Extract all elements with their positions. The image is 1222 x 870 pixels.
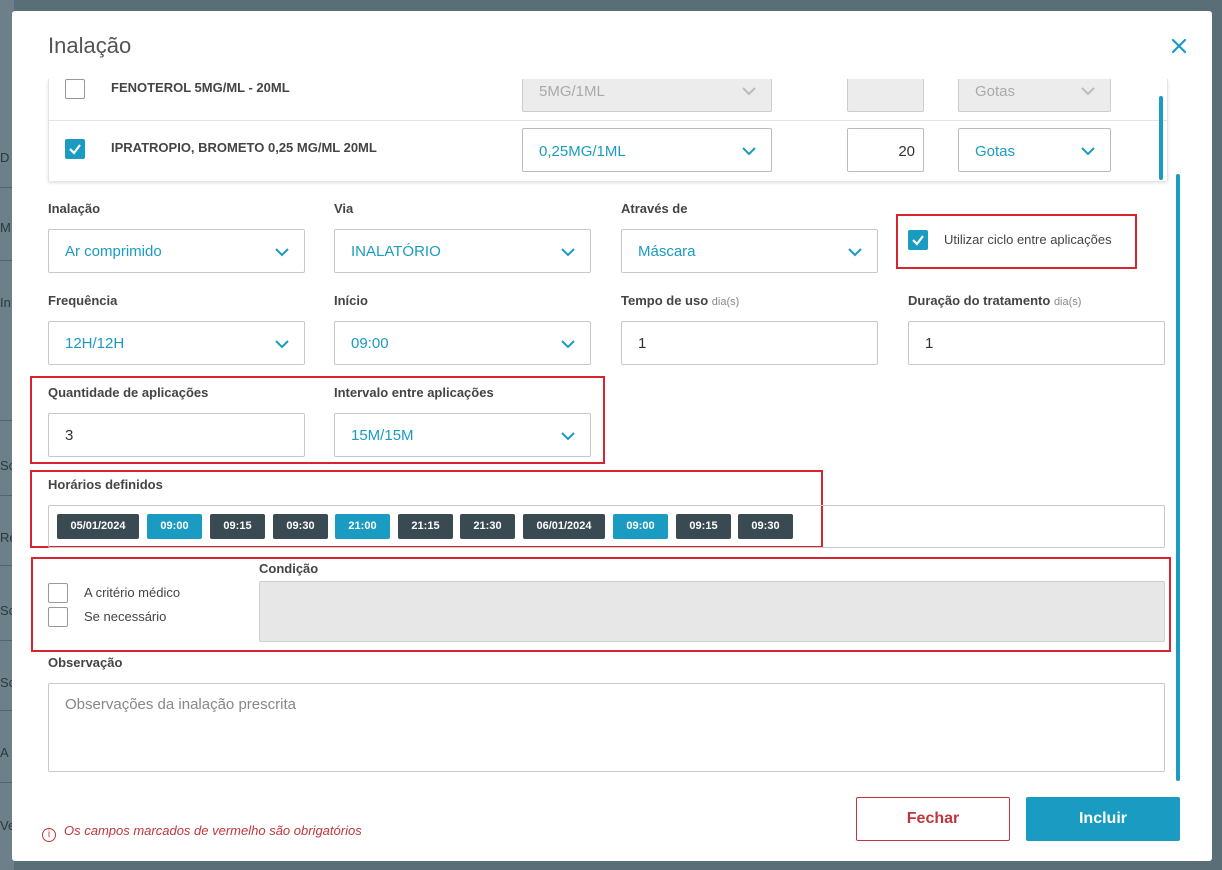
chevron-down-icon	[1081, 87, 1095, 96]
tempo-uso-label: Tempo de uso dia(s)	[621, 293, 739, 308]
inicio-label: Início	[334, 293, 368, 308]
atraves-select[interactable]: Máscara	[621, 229, 878, 273]
include-button[interactable]: Incluir	[1026, 797, 1180, 841]
observacao-label: Observação	[48, 655, 123, 670]
atraves-value: Máscara	[638, 243, 696, 260]
bg-letter: D	[0, 150, 10, 165]
necessario-label: Se necessário	[84, 609, 167, 624]
schedule-time-chip: 09:00	[147, 514, 202, 539]
inalacao-label: Inalação	[48, 201, 101, 216]
criterio-checkbox[interactable]	[48, 583, 68, 603]
quantidade-label: Quantidade de aplicações	[48, 385, 209, 400]
inalacao-select[interactable]: Ar comprimido	[48, 229, 305, 273]
schedule-times: 05/01/2024 09:00 09:15 09:30 21:00 21:15…	[48, 505, 1165, 548]
required-note: i Os campos marcados de vermelho são obri…	[42, 823, 362, 842]
via-select[interactable]: INALATÓRIO	[334, 229, 591, 273]
criterio-label: A critério médico	[84, 585, 181, 600]
chevron-down-icon	[275, 340, 289, 349]
required-note-text: Os campos marcados de vermelho são obrig…	[64, 823, 362, 838]
bg-letter: A	[0, 745, 9, 760]
dose-select: 5MG/1ML	[522, 79, 772, 112]
dose-value: 0,25MG/1ML	[539, 143, 626, 160]
modal-scrollbar[interactable]	[1176, 174, 1180, 781]
chevron-down-icon	[742, 147, 756, 156]
intervalo-value: 15M/15M	[351, 427, 414, 444]
quantity-input[interactable]: 20	[847, 128, 924, 172]
chevron-down-icon	[275, 248, 289, 257]
unit-value: Gotas	[975, 143, 1016, 160]
bg-letter: M	[0, 220, 11, 235]
via-value: INALATÓRIO	[351, 243, 441, 260]
ciclo-checkbox[interactable]	[908, 230, 928, 250]
medication-checkbox[interactable]	[65, 79, 85, 99]
intervalo-select[interactable]: 15M/15M	[334, 413, 591, 457]
inicio-select[interactable]: 09:00	[334, 321, 591, 365]
condicao-label: Condição	[259, 561, 319, 576]
intervalo-label: Intervalo entre aplicações	[334, 385, 494, 400]
duracao-unit: dia(s)	[1053, 296, 1082, 308]
schedule-time-chip: 09:00	[613, 514, 668, 539]
unit-select[interactable]: Gotas	[958, 128, 1111, 172]
bg-letter: In	[0, 295, 11, 310]
observacao-textarea[interactable]: Observações da inalação prescrita	[48, 683, 1165, 772]
tempo-uso-label-text: Tempo de uso	[621, 293, 709, 308]
schedule-time-chip: 09:30	[738, 514, 793, 539]
info-icon: i	[42, 828, 56, 842]
quantidade-input[interactable]: 3	[48, 413, 305, 457]
chevron-down-icon	[561, 432, 575, 441]
medication-name: IPRATROPIO, BROMETO 0,25 MG/ML 20ML	[111, 140, 377, 155]
medication-list: FENOTEROL 5MG/ML - 20ML 5MG/1ML Gotas IP…	[48, 79, 1168, 181]
modal-title: Inalação	[48, 33, 132, 58]
duracao-label: Duração do tratamento dia(s)	[908, 293, 1081, 308]
medication-list-scrollbar[interactable]	[1159, 96, 1163, 180]
tempo-uso-input[interactable]: 1	[621, 321, 878, 365]
chevron-down-icon	[1081, 147, 1095, 156]
schedule-time-chip: 21:30	[460, 514, 515, 539]
check-icon	[69, 144, 81, 155]
close-button[interactable]: Fechar	[856, 797, 1010, 841]
tempo-uso-unit: dia(s)	[711, 296, 740, 308]
schedule-time-chip: 09:15	[210, 514, 265, 539]
medication-checkbox[interactable]	[65, 139, 85, 159]
quantity-input	[847, 79, 924, 112]
inicio-value: 09:00	[351, 335, 389, 352]
atraves-label: Através de	[621, 201, 688, 216]
horarios-label: Horários definidos	[48, 477, 163, 492]
condicao-input	[259, 581, 1165, 642]
via-label: Via	[334, 201, 354, 216]
inhalation-modal: Inalação FENOTEROL 5MG/ML - 20ML 5MG/1ML…	[12, 11, 1212, 861]
schedule-date-chip: 05/01/2024	[57, 514, 139, 539]
schedule-date-chip: 06/01/2024	[523, 514, 605, 539]
chevron-down-icon	[561, 340, 575, 349]
unit-value: Gotas	[975, 83, 1016, 100]
frequencia-value: 12H/12H	[65, 335, 125, 352]
duracao-label-text: Duração do tratamento	[908, 293, 1051, 308]
schedule-time-chip: 09:30	[273, 514, 328, 539]
medication-row: FENOTEROL 5MG/ML - 20ML 5MG/1ML Gotas	[49, 79, 1167, 121]
close-icon[interactable]	[1170, 37, 1188, 55]
dose-value: 5MG/1ML	[539, 83, 605, 100]
schedule-time-chip: 09:15	[676, 514, 731, 539]
schedule-time-chip: 21:15	[398, 514, 453, 539]
medication-row: IPRATROPIO, BROMETO 0,25 MG/ML 20ML 0,25…	[49, 119, 1167, 181]
chevron-down-icon	[848, 248, 862, 257]
chevron-down-icon	[742, 87, 756, 96]
schedule-time-chip: 21:00	[335, 514, 390, 539]
check-icon	[912, 235, 924, 246]
necessario-checkbox[interactable]	[48, 607, 68, 627]
dose-select[interactable]: 0,25MG/1ML	[522, 128, 772, 172]
frequencia-select[interactable]: 12H/12H	[48, 321, 305, 365]
medication-name: FENOTEROL 5MG/ML - 20ML	[111, 80, 290, 95]
duracao-input[interactable]: 1	[908, 321, 1165, 365]
chevron-down-icon	[561, 248, 575, 257]
inalacao-value: Ar comprimido	[65, 243, 162, 260]
unit-select: Gotas	[958, 79, 1111, 112]
ciclo-label: Utilizar ciclo entre aplicações	[944, 232, 1112, 247]
frequencia-label: Frequência	[48, 293, 118, 308]
